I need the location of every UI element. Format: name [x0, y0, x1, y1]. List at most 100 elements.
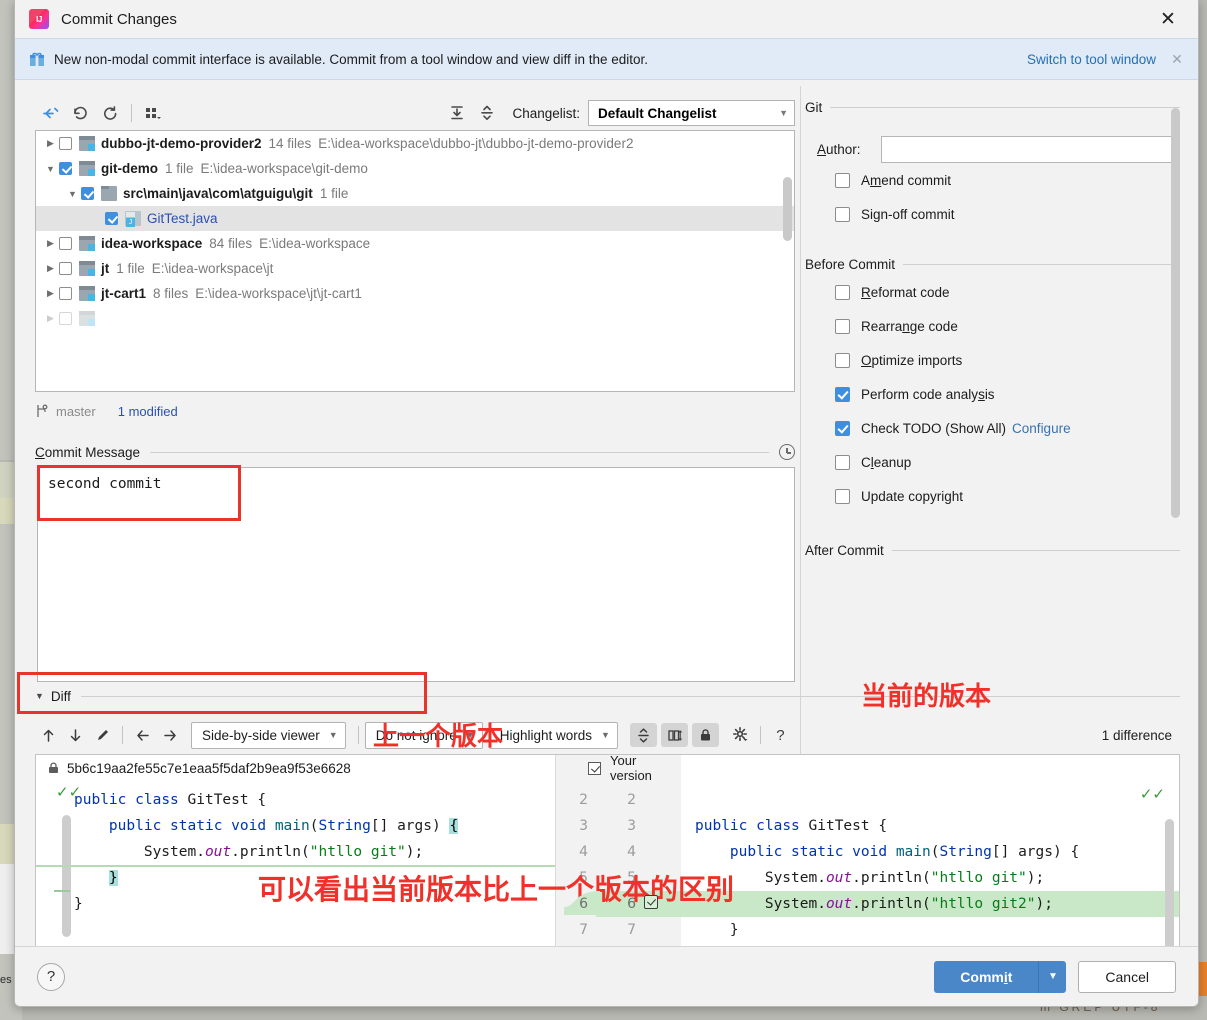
- configure-todo-link[interactable]: Configure: [1012, 421, 1071, 436]
- cleanup-option[interactable]: Cleanup: [835, 445, 1180, 479]
- group-by-icon[interactable]: [138, 100, 168, 126]
- after-commit-section-header: After Commit: [805, 539, 1180, 561]
- footer-actions: Comm i t ▼ Cancel: [934, 960, 1176, 993]
- show-diff-icon[interactable]: [35, 100, 65, 126]
- tree-checkbox[interactable]: [59, 312, 72, 325]
- your-version-checkbox[interactable]: [588, 761, 601, 775]
- tree-row[interactable]: ▶ dubbo-jt-demo-provider2 14 files E:\id…: [36, 131, 794, 156]
- viewer-mode-dropdown[interactable]: Side-by-side viewer ▼: [191, 721, 346, 749]
- pencil-icon[interactable]: [89, 722, 116, 748]
- revert-icon[interactable]: [65, 100, 95, 126]
- collapse-all-icon[interactable]: [472, 100, 502, 126]
- tree-checkbox[interactable]: [59, 237, 72, 250]
- optimize-imports-option[interactable]: Optimize imports: [835, 343, 1180, 377]
- tree-item-count: 8 files: [153, 286, 189, 301]
- check-todo-option[interactable]: Check TODO (Show All) Configure: [835, 411, 1180, 445]
- cleanup-checkbox[interactable]: [835, 454, 850, 470]
- twisty-icon[interactable]: ▶: [42, 288, 59, 299]
- chevron-down-icon[interactable]: ▼: [35, 691, 44, 701]
- tree-row-partial[interactable]: ▶: [36, 306, 794, 331]
- tree-row[interactable]: ▶ jt-cart1 8 files E:\idea-workspace\jt\…: [36, 281, 794, 306]
- git-section-header: Git: [805, 96, 1180, 118]
- twisty-icon[interactable]: ▼: [42, 164, 59, 174]
- twisty-icon[interactable]: ▶: [42, 238, 59, 249]
- diff-toolbar: Side-by-side viewer ▼ Do not ignore ▼ Hi…: [35, 718, 1180, 752]
- tree-row[interactable]: ▶ idea-workspace 84 files E:\idea-worksp…: [36, 231, 794, 256]
- tree-row[interactable]: ▼ src\main\java\com\atguigu\git 1 file: [36, 181, 794, 206]
- tree-row[interactable]: ▼ git-demo 1 file E:\idea-workspace\git-…: [36, 156, 794, 181]
- close-icon[interactable]: ✕: [1148, 6, 1188, 32]
- diff-left-revision-bar: 5b6c19aa2fe55c7e1eaa5f5daf2b9ea9f53e6628: [36, 755, 555, 781]
- collapse-lines-icon[interactable]: [629, 723, 657, 747]
- arrow-right-icon[interactable]: [156, 722, 183, 748]
- section-divider: [80, 695, 1180, 697]
- annotation-current-version: 当前的版本: [861, 682, 992, 712]
- arrow-down-icon[interactable]: [62, 722, 89, 748]
- amend-commit-option[interactable]: Amend commit: [835, 163, 1180, 197]
- module-icon: [79, 286, 95, 301]
- tree-item-count: 84 files: [209, 236, 253, 251]
- perform-code-analysis-checkbox[interactable]: [835, 386, 850, 402]
- twisty-icon[interactable]: ▶: [42, 263, 59, 274]
- after-commit-section-label: After Commit: [805, 542, 884, 558]
- diff-section-label: Diff: [50, 688, 71, 704]
- switch-to-tool-window-link[interactable]: Switch to tool window: [1027, 52, 1156, 67]
- tree-checkbox[interactable]: [59, 287, 72, 300]
- diff-left-scrollbar[interactable]: [62, 815, 71, 937]
- accept-change-checkbox[interactable]: [644, 895, 658, 909]
- tree-item-count: 1 file: [165, 161, 194, 176]
- twisty-icon[interactable]: ▼: [64, 189, 81, 199]
- commit-button[interactable]: Comm i t: [934, 960, 1039, 993]
- signoff-commit-option[interactable]: Sign-off commit: [835, 197, 1180, 231]
- clock-icon[interactable]: [779, 444, 795, 460]
- tree-row[interactable]: GitTest.java: [36, 206, 794, 231]
- gear-icon[interactable]: [727, 722, 754, 748]
- tree-checkbox[interactable]: [59, 162, 72, 175]
- expand-all-icon[interactable]: [442, 100, 472, 126]
- tree-item-count: 1 file: [116, 261, 145, 276]
- rearrange-code-option[interactable]: Rearrange code: [835, 309, 1180, 343]
- lock-icon[interactable]: [691, 723, 719, 747]
- twisty-icon[interactable]: ▶: [42, 313, 59, 324]
- tree-checkbox[interactable]: [105, 212, 118, 225]
- tree-checkbox[interactable]: [59, 137, 72, 150]
- dialog-content: Changelist: Default Changelist ▼ ▶ dubbo…: [15, 82, 1198, 1006]
- tree-checkbox[interactable]: [81, 187, 94, 200]
- options-scrollbar[interactable]: [1171, 108, 1180, 518]
- commit-options-chevron-down-icon[interactable]: ▼: [1038, 960, 1067, 993]
- rearrange-code-checkbox[interactable]: [835, 318, 850, 334]
- rearrange-code-label: Rearrange code: [861, 318, 958, 334]
- tree-checkbox[interactable]: [59, 262, 72, 275]
- help-icon[interactable]: ?: [767, 722, 794, 748]
- refresh-icon[interactable]: [95, 100, 125, 126]
- changelist-dropdown[interactable]: Default Changelist ▼: [588, 100, 795, 126]
- twisty-icon[interactable]: ▶: [42, 138, 59, 149]
- highlight-mode-value: Highlight words: [499, 727, 592, 743]
- author-field[interactable]: [881, 136, 1174, 163]
- update-copyright-option[interactable]: Update copyright: [835, 479, 1180, 513]
- tree-scrollbar[interactable]: [783, 177, 792, 241]
- modified-count[interactable]: 1 modified: [118, 404, 178, 419]
- sync-scroll-icon[interactable]: [660, 723, 688, 747]
- arrow-left-icon[interactable]: [129, 722, 156, 748]
- update-copyright-checkbox[interactable]: [835, 488, 850, 504]
- changes-tree[interactable]: ▶ dubbo-jt-demo-provider2 14 files E:\id…: [35, 130, 795, 392]
- amend-commit-checkbox[interactable]: [835, 172, 850, 188]
- branch-status-row: master 1 modified: [35, 400, 795, 422]
- perform-code-analysis-option[interactable]: Perform code analysis: [835, 377, 1180, 411]
- section-divider: [830, 106, 1180, 108]
- notification-close-icon[interactable]: ✕: [1170, 51, 1184, 68]
- cancel-button[interactable]: Cancel: [1078, 960, 1176, 993]
- reformat-code-checkbox[interactable]: [835, 284, 850, 300]
- tree-row[interactable]: ▶ jt 1 file E:\idea-workspace\jt: [36, 256, 794, 281]
- toolbar-separator: [357, 726, 359, 744]
- reformat-code-option[interactable]: Reformat code: [835, 275, 1180, 309]
- optimize-imports-checkbox[interactable]: [835, 352, 850, 368]
- arrow-up-icon[interactable]: [35, 722, 62, 748]
- help-icon[interactable]: ?: [37, 962, 65, 991]
- highlight-mode-dropdown[interactable]: Highlight words ▼: [488, 721, 618, 749]
- check-todo-checkbox[interactable]: [835, 420, 850, 436]
- signoff-commit-checkbox[interactable]: [835, 206, 850, 222]
- commit-message-input[interactable]: second commit: [37, 467, 795, 682]
- changes-toolbar: Changelist: Default Changelist ▼: [35, 96, 795, 130]
